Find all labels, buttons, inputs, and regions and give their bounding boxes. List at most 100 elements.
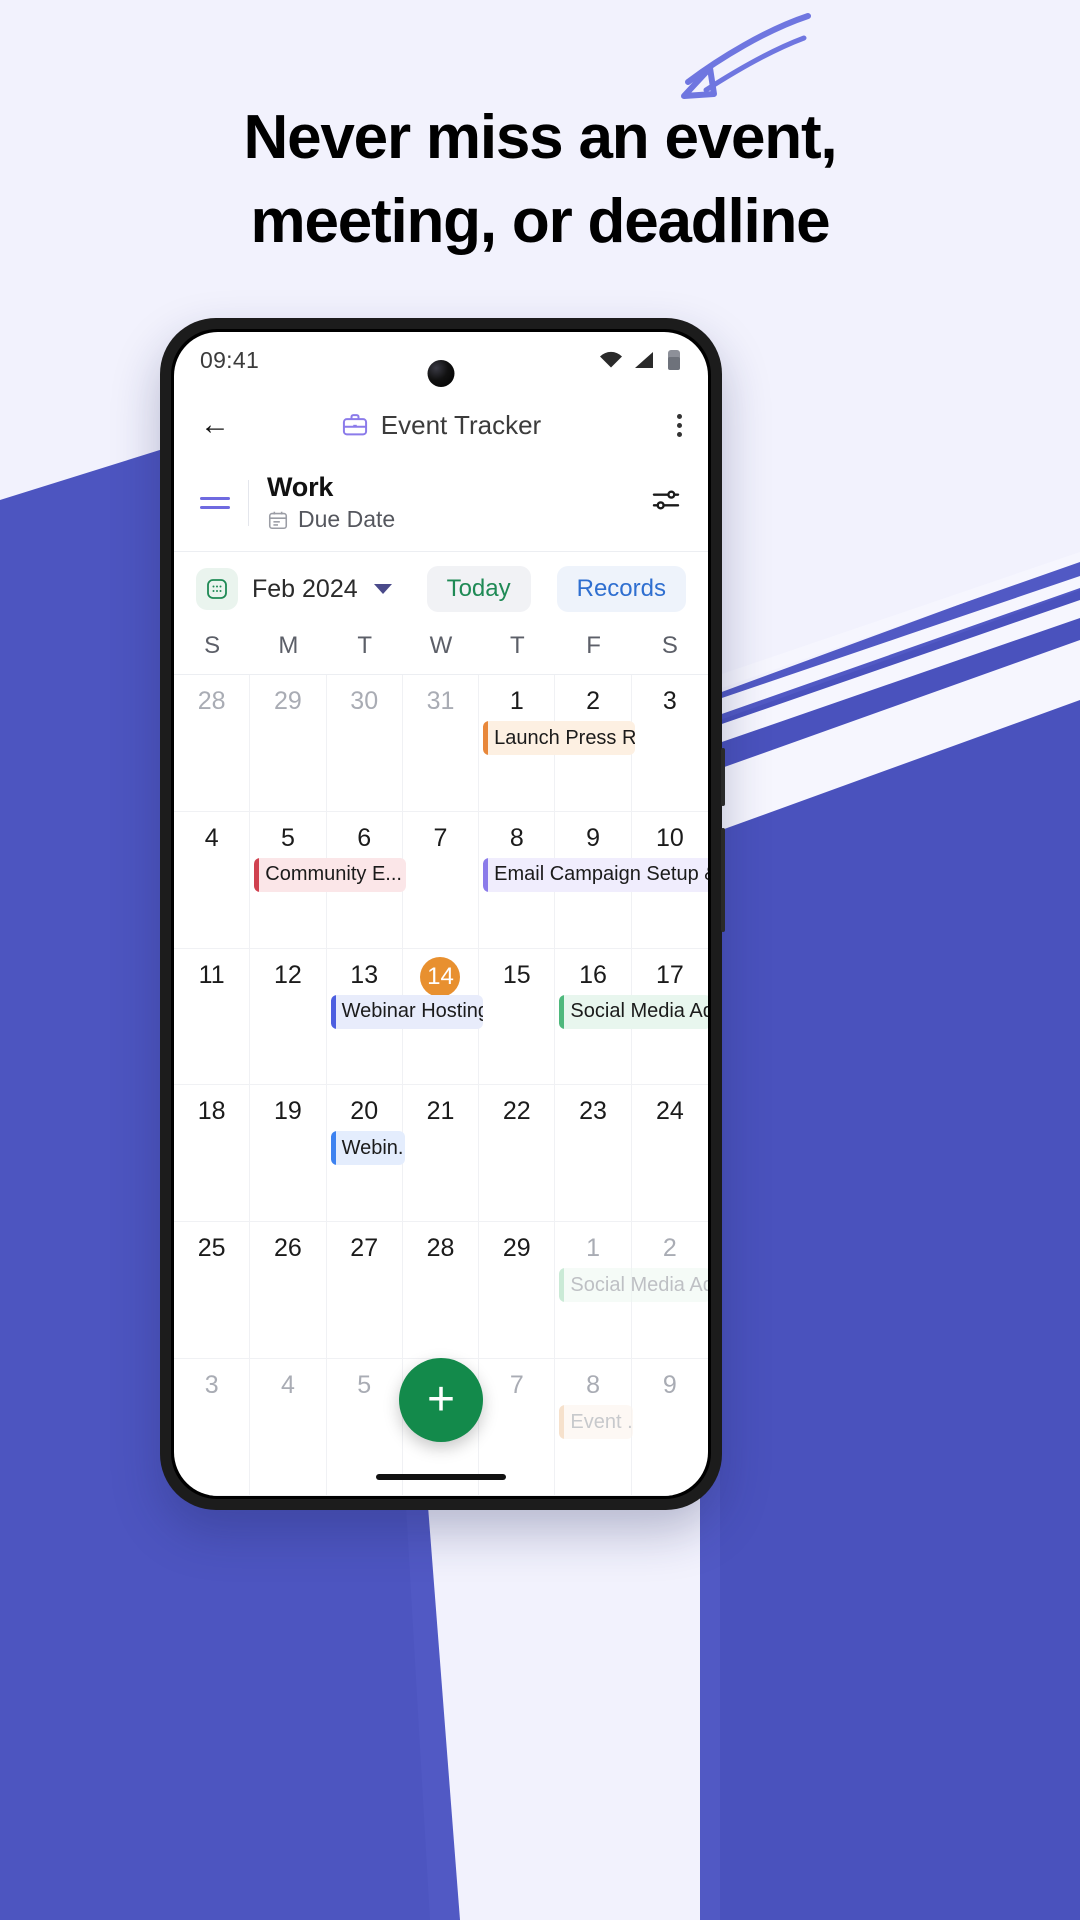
calendar-day-cell[interactable]: 29 bbox=[250, 675, 327, 812]
day-number: 12 bbox=[274, 960, 302, 989]
day-number: 7 bbox=[509, 1371, 524, 1400]
day-number: 1 bbox=[509, 687, 524, 715]
calendar-event-chip[interactable]: Community E... bbox=[254, 857, 407, 892]
calendar-day-cell[interactable]: 3 bbox=[631, 675, 708, 812]
app-title-group: Event Tracker bbox=[174, 388, 708, 462]
weekday-0: S bbox=[204, 632, 221, 659]
weekday-1: M bbox=[278, 632, 299, 659]
calendar-day-cell[interactable]: 12 bbox=[250, 948, 327, 1086]
calendar-day-cell[interactable]: 7 bbox=[402, 811, 480, 949]
calendar-grid-icon[interactable] bbox=[196, 568, 238, 610]
calendar-day-cell[interactable]: 29 bbox=[479, 1222, 556, 1360]
calendar-day-cell[interactable]: 3 bbox=[174, 1359, 251, 1496]
day-number: 4 bbox=[204, 823, 219, 852]
day-number: 5 bbox=[357, 1371, 372, 1400]
calendar-event-chip[interactable]: Webinar Hosting bbox=[330, 994, 483, 1029]
signal-icon bbox=[635, 352, 653, 368]
day-number: 24 bbox=[655, 1097, 684, 1126]
calendar-event-chip[interactable]: Webin... bbox=[330, 1131, 405, 1166]
kebab-menu-icon[interactable] bbox=[677, 413, 682, 437]
wifi-icon bbox=[600, 351, 622, 368]
day-number: 28 bbox=[426, 1234, 455, 1263]
calendar-day-cell[interactable]: 25 bbox=[174, 1222, 251, 1360]
day-number: 26 bbox=[274, 1234, 302, 1263]
calendar-day-cell[interactable]: 26 bbox=[250, 1222, 327, 1360]
calendar-event-chip[interactable]: Social Media Ads R... bbox=[559, 994, 708, 1029]
month-label[interactable]: Feb 2024 bbox=[252, 575, 358, 604]
day-number: 11 bbox=[198, 960, 225, 989]
calendar-event-chip[interactable]: Social Media Ads R... bbox=[559, 1268, 708, 1303]
app-bar: ← Event Tracker bbox=[174, 388, 708, 462]
calendar-day-cell[interactable]: 20 Webin... bbox=[326, 1085, 405, 1223]
event-color-bar bbox=[559, 1268, 565, 1303]
back-arrow-icon[interactable]: ← bbox=[200, 410, 230, 440]
headline-line-1: Never miss an event, bbox=[243, 103, 838, 172]
tuner-settings-icon[interactable] bbox=[650, 484, 682, 521]
calendar-day-cell[interactable]: 4 bbox=[250, 1359, 327, 1496]
list-subtitle-row: Due Date bbox=[267, 506, 395, 533]
day-number: 10 bbox=[655, 823, 684, 852]
status-bar: 09:41 bbox=[174, 332, 708, 388]
calendar-day-cell[interactable]: 21 bbox=[402, 1085, 480, 1223]
day-number: 16 bbox=[579, 960, 607, 989]
home-indicator bbox=[376, 1474, 506, 1480]
day-number: 1 bbox=[586, 1234, 601, 1263]
calendar-day-cell[interactable]: 16 Social Media Ads R... bbox=[555, 948, 708, 1086]
calendar-day-cell[interactable]: 22 bbox=[479, 1085, 556, 1223]
calendar-event-chip[interactable]: Event ... bbox=[559, 1405, 634, 1440]
calendar-day-cell[interactable]: 11 bbox=[174, 948, 251, 1086]
calendar-event-chip[interactable]: Email Campaign Setup & Auto... bbox=[483, 857, 708, 892]
records-button[interactable]: Records bbox=[556, 566, 686, 612]
status-icons bbox=[598, 348, 682, 372]
day-number: 30 bbox=[350, 687, 379, 715]
day-number: 23 bbox=[579, 1097, 607, 1126]
day-number: 19 bbox=[274, 1097, 302, 1126]
add-event-fab[interactable]: + bbox=[399, 1358, 483, 1442]
calendar-day-cell[interactable]: 31 bbox=[402, 675, 480, 812]
day-number: 4 bbox=[280, 1371, 295, 1400]
event-color-bar bbox=[483, 857, 489, 892]
calendar-day-cell[interactable]: 8 Email Campaign Setup & Auto... bbox=[479, 811, 708, 949]
calendar-day-cell[interactable]: 27 bbox=[326, 1222, 403, 1360]
chevron-down-icon[interactable] bbox=[373, 584, 392, 594]
calendar-day-cell[interactable]: 28 bbox=[174, 675, 251, 812]
headline-line-2: meeting, or deadline bbox=[250, 187, 831, 257]
phone-screen: 09:41 ← Event Tracker Work Due Date Feb … bbox=[174, 332, 708, 1496]
event-color-bar bbox=[254, 857, 260, 892]
calendar-day-cell[interactable]: 5 Community E... bbox=[250, 811, 407, 949]
calendar-day-cell[interactable]: 23 bbox=[555, 1085, 632, 1223]
calendar-event-chip[interactable]: Launch Press Rele... bbox=[483, 721, 636, 755]
day-number: 22 bbox=[502, 1097, 531, 1126]
event-color-bar bbox=[559, 994, 565, 1029]
calendar-day-cell[interactable]: 9 bbox=[631, 1359, 708, 1496]
calendar-day-cell[interactable]: 1 Social Media Ads R... bbox=[555, 1222, 708, 1360]
day-number: 29 bbox=[274, 687, 302, 715]
calendar-day-cell[interactable]: 8 Event ... bbox=[555, 1359, 634, 1496]
calendar-day-cell[interactable]: 15 bbox=[479, 948, 556, 1086]
day-number: 13 bbox=[350, 960, 379, 989]
calendar-day-cell[interactable]: 30 bbox=[326, 675, 403, 812]
status-time: 09:41 bbox=[200, 346, 260, 373]
briefcase-icon bbox=[342, 414, 367, 436]
day-number: 5 bbox=[280, 823, 295, 852]
page-headline: Never miss an event, meeting, or deadlin… bbox=[0, 96, 1080, 265]
hamburger-icon[interactable] bbox=[200, 496, 230, 509]
calendar-day-cell[interactable]: 4 bbox=[174, 811, 251, 949]
calendar-day-cell[interactable]: 24 bbox=[631, 1085, 708, 1223]
day-number: 3 bbox=[204, 1371, 219, 1400]
phone-bezel: 09:41 ← Event Tracker Work Due Date Feb … bbox=[171, 329, 711, 1499]
day-number: 25 bbox=[197, 1234, 226, 1263]
weekday-6: S bbox=[661, 632, 678, 659]
swoosh-decoration bbox=[681, 13, 811, 99]
weekday-4: T bbox=[509, 632, 525, 659]
day-number: 15 bbox=[502, 960, 531, 989]
calendar-day-cell[interactable]: 13 Webinar Hosting bbox=[326, 948, 483, 1086]
header-divider bbox=[248, 479, 249, 526]
today-button[interactable]: Today bbox=[426, 566, 531, 612]
calendar-day-cell[interactable]: 28 bbox=[402, 1222, 480, 1360]
calendar-day-cell[interactable]: 1 Launch Press Rele... bbox=[479, 675, 636, 812]
list-subtitle: Due Date bbox=[298, 506, 396, 532]
day-number: 9 bbox=[662, 1371, 677, 1400]
calendar-day-cell[interactable]: 19 bbox=[250, 1085, 327, 1223]
calendar-day-cell[interactable]: 18 bbox=[174, 1085, 251, 1223]
